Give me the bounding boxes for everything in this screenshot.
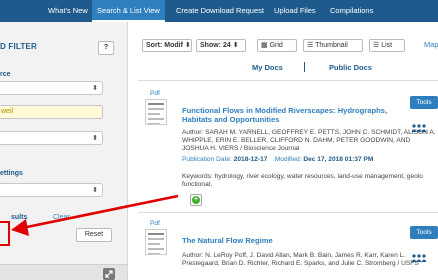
sort-label: Sort: Modif	[146, 42, 183, 49]
updown-arrow-icon: ⬍	[184, 42, 191, 49]
reset-button[interactable]: Reset	[76, 228, 112, 242]
grid-label: Grid	[269, 42, 283, 49]
results-label: sults	[11, 214, 28, 221]
resource-select[interactable]: ⬍	[0, 81, 103, 95]
help-button[interactable]: ?	[98, 41, 114, 55]
tools-button[interactable]: Tools	[410, 96, 438, 109]
tab-whats-new[interactable]: What's New	[48, 0, 88, 22]
result-title[interactable]: The Natural Flow Regime	[182, 236, 392, 245]
tab-search-list-view[interactable]: Search & List View	[92, 0, 165, 22]
thumbnail-view-button[interactable]: ☰ Thumbnail	[303, 39, 363, 52]
grid-view-button[interactable]: ▦ Grid	[257, 39, 297, 52]
add-glyph: +	[192, 196, 200, 204]
annotation-highlight-box	[0, 221, 10, 246]
result-authors: Author: N. LeRoy Poff, J. David Allan, M…	[182, 252, 419, 267]
divider	[138, 80, 438, 81]
list-icon: ☰	[373, 42, 380, 49]
result-keywords: Keywords: hydrology, river ecology, wate…	[182, 173, 423, 188]
file-type-label: Pdf	[150, 220, 160, 227]
settings-select[interactable]: ⬍	[0, 183, 103, 197]
tab-public-docs[interactable]: Public Docs	[329, 63, 372, 72]
tab-my-docs[interactable]: My Docs	[252, 63, 283, 72]
show-label: Show: 24	[200, 42, 231, 49]
document-thumbnail[interactable]	[145, 229, 167, 255]
clear-link[interactable]: Clear	[53, 214, 70, 221]
updown-arrow-icon: ⬍	[92, 85, 98, 92]
thumbnail-label: Thumbnail	[315, 42, 348, 49]
filter-select-two[interactable]: ⬍	[0, 131, 103, 145]
pub-date-value: 2018-12-17	[233, 156, 268, 163]
updown-arrow-icon: ⬍	[232, 42, 239, 49]
tab-create-download-request[interactable]: Create Download Request	[176, 0, 264, 22]
modified-label: Modified:	[274, 156, 302, 163]
document-thumbnail[interactable]	[145, 99, 167, 125]
resource-label: rce	[0, 71, 11, 78]
tools-button[interactable]: Tools	[410, 226, 438, 239]
thumbnail-icon: ☰	[307, 42, 314, 49]
show-select[interactable]: Show: 24 ⬍	[196, 39, 246, 52]
publication-date: Publication Date: 2018-12-17 Modified: D…	[182, 156, 373, 163]
sort-select[interactable]: Sort: Modif ⬍	[142, 39, 192, 52]
grid-icon: ▦	[261, 42, 268, 49]
docs-divider	[304, 62, 305, 72]
tab-compilations[interactable]: Compilations	[330, 0, 373, 22]
pub-date-label: Publication Date:	[182, 156, 232, 163]
expand-icon[interactable]	[103, 268, 115, 280]
add-icon[interactable]: +	[190, 194, 202, 206]
updown-arrow-icon: ⬍	[92, 187, 98, 194]
updown-arrow-icon: ⬍	[92, 135, 98, 142]
top-navigation: What's New Search & List View Create Dow…	[0, 0, 438, 22]
people-icon[interactable]	[411, 254, 427, 262]
people-icon[interactable]	[411, 124, 427, 132]
file-type-label: Pdf	[150, 90, 160, 97]
tab-upload-files[interactable]: Upload Files	[274, 0, 316, 22]
settings-label: ettings	[0, 170, 23, 177]
map-view-link[interactable]: Map	[424, 40, 438, 49]
result-title[interactable]: Functional Flows in Modified Riverscapes…	[182, 106, 392, 124]
modified-value: Dec 17, 2018 01:37 PM	[303, 156, 374, 163]
divider	[138, 212, 438, 213]
keyword-search-input[interactable]: weil	[0, 105, 103, 119]
result-authors: Author: SARAH M. YARNELL, GEOFFREY E. PE…	[182, 129, 436, 152]
list-view-button[interactable]: ☰ List	[369, 39, 405, 52]
filter-title: D FILTER	[0, 42, 38, 51]
filter-sidebar: D FILTER ? rce ⬍ weil ⬍ ettings ⬍ sults …	[0, 22, 128, 280]
list-label: List	[381, 42, 393, 49]
